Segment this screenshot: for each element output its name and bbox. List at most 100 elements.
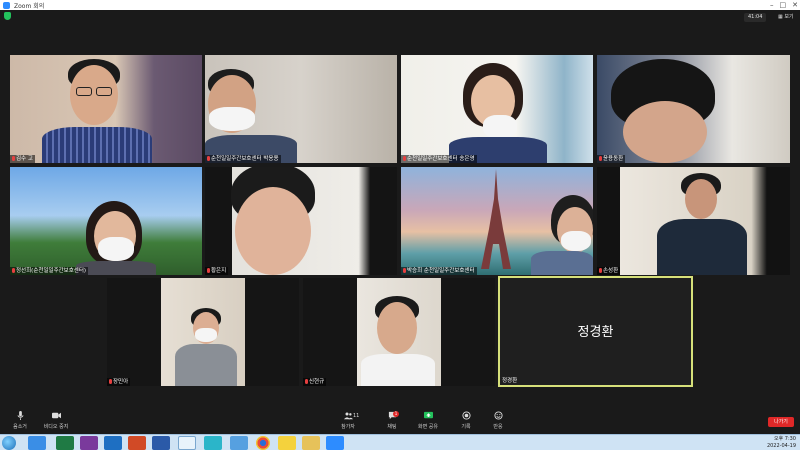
- zoom-window: Zoom 회의 – □ ✕ 41:04 ▦ 보기 김수 고 순천일일주간보호센터…: [0, 0, 800, 450]
- participant-nameplate: 박승희 순천일일주간보호센터: [401, 267, 477, 275]
- window-title: Zoom 회의: [14, 2, 45, 10]
- share-label: 화면 공유: [418, 424, 438, 430]
- participant-face: [377, 302, 417, 354]
- muted-mic-icon: [305, 379, 308, 384]
- meeting-toolbar: 음소거 비디오 중지 참가자 11 채팅 1 화면 공유 기록 반응 나가기: [0, 408, 800, 434]
- video-tile[interactable]: 정선희(순천일일주간보호센터): [10, 167, 202, 275]
- muted-mic-icon: [207, 156, 210, 161]
- participants-icon: [343, 412, 353, 420]
- video-tile[interactable]: 순천일일주간보호센터 송은영: [401, 55, 593, 163]
- windows-taskbar: 오후 7:30 2022-04-19: [0, 434, 800, 450]
- muted-mic-icon: [12, 268, 15, 273]
- powerpoint-icon[interactable]: [128, 436, 146, 450]
- muted-mic-icon: [599, 156, 602, 161]
- leave-meeting-button[interactable]: 나가기: [768, 417, 794, 427]
- participant-nameplate: 황은지: [205, 267, 229, 275]
- chat-button[interactable]: 채팅: [372, 411, 412, 430]
- face-mask: [483, 115, 517, 139]
- excel-icon[interactable]: [56, 436, 74, 450]
- participant-display-name: 정경환: [577, 325, 614, 340]
- close-icon[interactable]: ✕: [792, 0, 798, 10]
- word-icon[interactable]: [152, 436, 170, 450]
- muted-mic-icon: [403, 156, 406, 161]
- title-bar: Zoom 회의 – □ ✕: [0, 0, 800, 10]
- participant-body: [361, 354, 435, 386]
- participant-nameplate: 장민아: [107, 378, 131, 386]
- microphone-icon: [16, 411, 24, 420]
- outlook-icon[interactable]: [104, 436, 122, 450]
- app-icon[interactable]: [204, 436, 222, 450]
- reactions-button[interactable]: 반응: [478, 411, 518, 430]
- participant-nameplate: 순천일일주간보호센터 박응용: [205, 155, 281, 163]
- windows-start-icon[interactable]: [2, 436, 16, 450]
- participants-count: 11: [353, 413, 360, 419]
- record-icon: [461, 411, 471, 420]
- participant-nameplate: 순천일일주간보호센터 송은영: [401, 155, 477, 163]
- participant-body: [657, 219, 747, 275]
- security-shield-icon[interactable]: [4, 12, 11, 20]
- video-tile[interactable]: 박승희 순천일일주간보호센터: [401, 167, 593, 275]
- participant-nameplate: 정선희(순천일일주간보호센터): [10, 267, 89, 275]
- face-mask: [209, 107, 255, 131]
- muted-mic-icon: [207, 268, 210, 273]
- participant-body: [42, 127, 152, 163]
- kakaotalk-icon[interactable]: [278, 436, 296, 450]
- stop-video-button[interactable]: 비디오 중지: [36, 411, 76, 430]
- participant-nameplate: 손성환: [597, 267, 621, 275]
- participant-nameplate: 신현규: [303, 378, 327, 386]
- glasses: [76, 87, 92, 96]
- muted-mic-icon: [403, 268, 406, 273]
- face-mask: [195, 328, 217, 342]
- app-icon[interactable]: [230, 436, 248, 450]
- video-camera-icon: [51, 412, 61, 419]
- video-label: 비디오 중지: [43, 424, 69, 430]
- onenote-icon[interactable]: [80, 436, 98, 450]
- zoom-app-icon: [3, 1, 10, 9]
- meeting-timer: 41:04: [744, 13, 767, 22]
- chat-label: 채팅: [387, 424, 397, 430]
- view-button[interactable]: ▦ 보기: [776, 13, 796, 22]
- share-screen-icon: [423, 411, 433, 419]
- notepad-app-icon[interactable]: [178, 436, 196, 450]
- participants-label: 참가자: [341, 424, 355, 430]
- minimize-icon[interactable]: –: [770, 0, 774, 10]
- participant-nameplate: 김수 고: [10, 155, 35, 163]
- maximize-icon[interactable]: □: [780, 0, 787, 10]
- smiley-icon: [493, 411, 503, 420]
- face-mask: [98, 237, 134, 261]
- chrome-icon[interactable]: [256, 436, 270, 450]
- video-tile[interactable]: 손성환: [597, 167, 790, 275]
- video-tile[interactable]: 순천일일주간보호센터 박응용: [205, 55, 397, 163]
- active-speaker-tile[interactable]: 정경환 정경환: [498, 276, 693, 387]
- muted-mic-icon: [12, 156, 15, 161]
- participant-nameplate: 윤용동환: [597, 155, 626, 163]
- record-label: 기록: [461, 424, 471, 430]
- system-tray-clock[interactable]: 오후 7:30 2022-04-19: [767, 436, 796, 449]
- ie-browser-icon[interactable]: [28, 436, 46, 450]
- participant-face: [685, 179, 717, 219]
- participants-button[interactable]: 참가자: [328, 411, 368, 430]
- mute-label: 음소거: [13, 424, 27, 430]
- face-mask: [561, 231, 591, 251]
- video-tile[interactable]: 윤용동환: [597, 55, 790, 163]
- clock-date: 2022-04-19: [766, 442, 796, 449]
- video-tile[interactable]: 장민아: [107, 278, 299, 386]
- chat-badge: 1: [393, 411, 399, 417]
- video-tile[interactable]: 황은지: [205, 167, 397, 275]
- eiffel-tower-background: [481, 169, 511, 269]
- video-tile[interactable]: 신현규: [303, 278, 495, 386]
- mute-button[interactable]: 음소거: [0, 411, 40, 430]
- participant-face: [235, 187, 311, 275]
- file-explorer-icon[interactable]: [302, 436, 320, 450]
- participant-body: [531, 251, 593, 275]
- video-tile[interactable]: 김수 고: [10, 55, 202, 163]
- participant-face: [623, 101, 707, 163]
- participant-nameplate: 정경환: [502, 378, 518, 384]
- share-screen-button[interactable]: 화면 공유: [408, 411, 448, 430]
- muted-mic-icon: [109, 379, 112, 384]
- zoom-taskbar-icon[interactable]: [326, 436, 344, 450]
- participant-body: [175, 344, 237, 386]
- glasses: [96, 87, 112, 96]
- meeting-top-bar: [0, 10, 800, 30]
- view-label: 보기: [784, 14, 794, 20]
